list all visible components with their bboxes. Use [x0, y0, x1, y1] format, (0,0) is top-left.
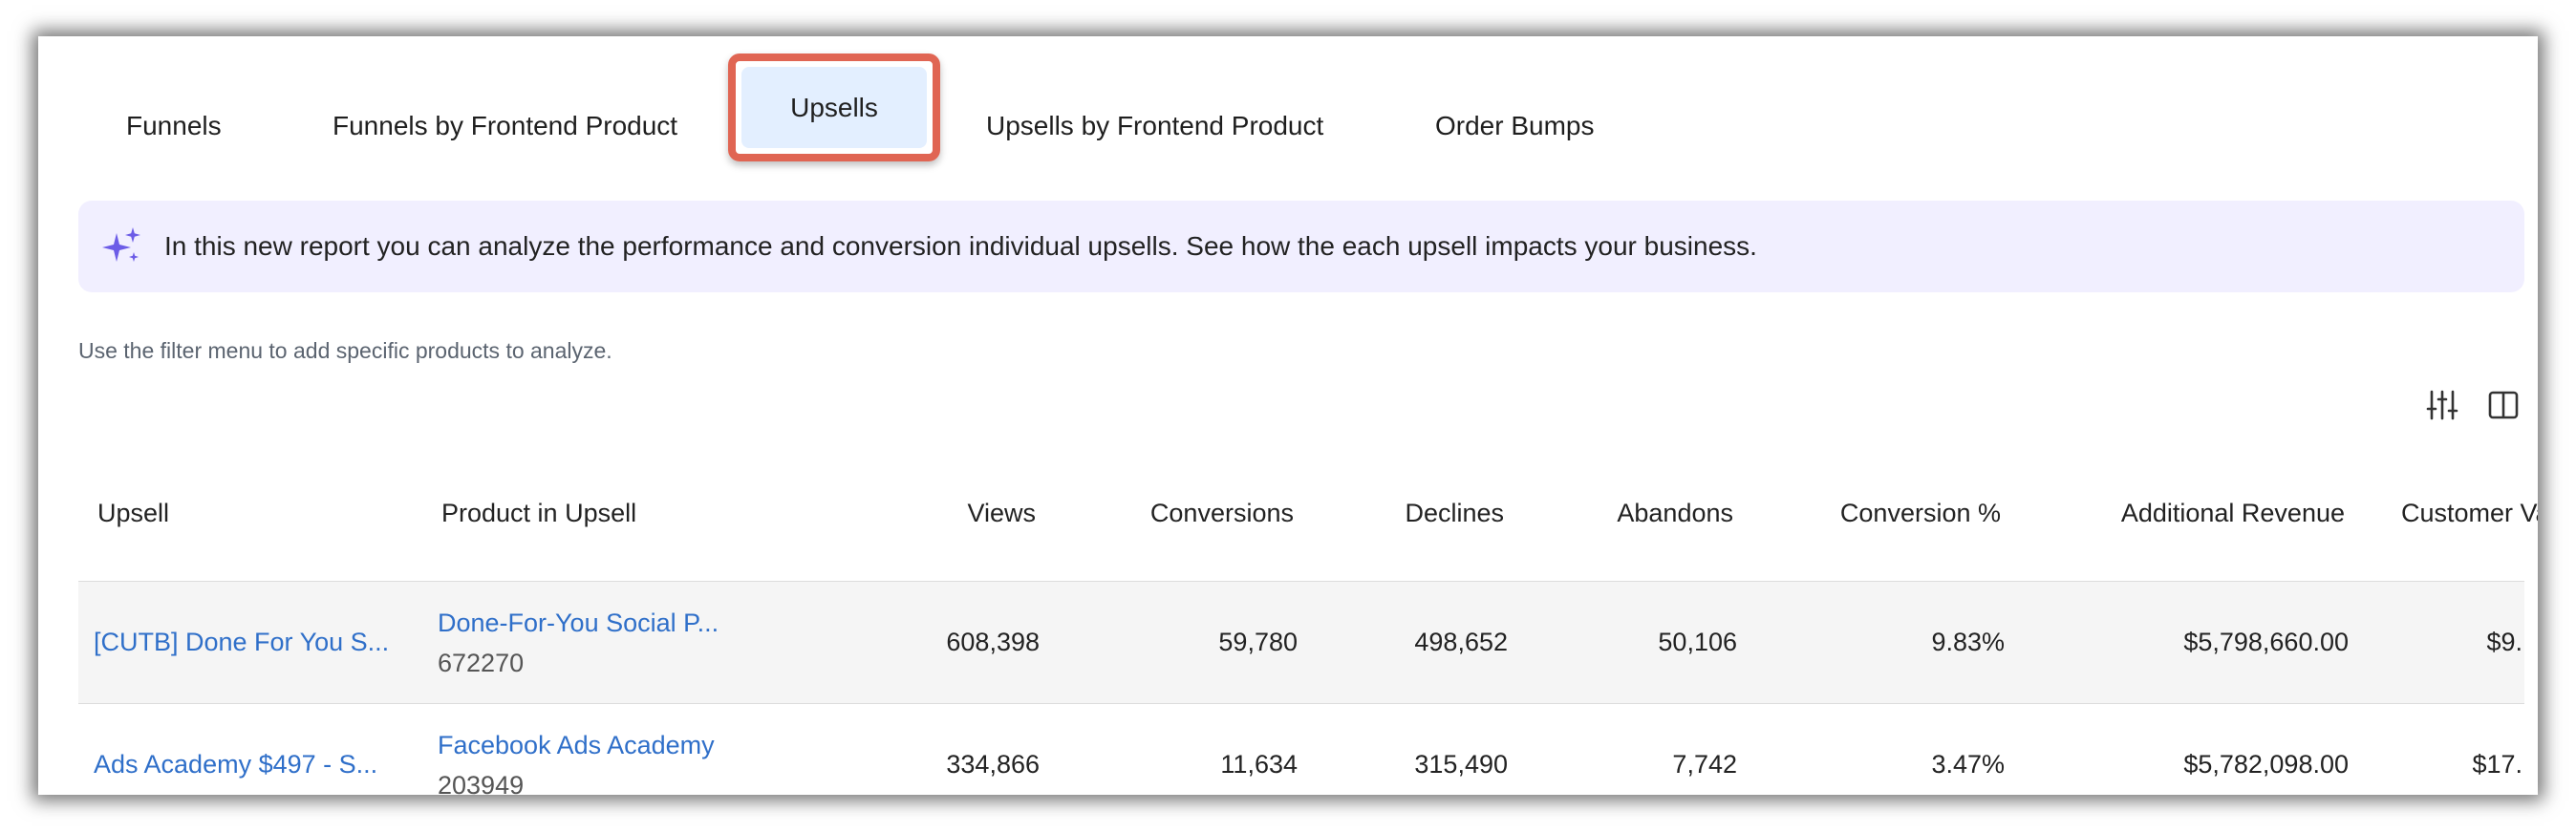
col-header-conversion-pct[interactable]: Conversion %: [1840, 499, 2001, 528]
col-header-views[interactable]: Views: [967, 499, 1036, 528]
active-tab-highlight: [728, 53, 940, 161]
tab-order-bumps[interactable]: Order Bumps: [1435, 111, 1595, 141]
customer-val-value: $9.: [2486, 628, 2522, 656]
col-header-declines[interactable]: Declines: [1405, 499, 1504, 528]
info-banner: In this new report you can analyze the p…: [78, 201, 2524, 292]
col-header-product[interactable]: Product in Upsell: [441, 499, 636, 528]
banner-text: In this new report you can analyze the p…: [164, 231, 1757, 261]
filter-hint-text: Use the filter menu to add specific prod…: [78, 338, 612, 363]
tab-upsells-by-frontend-product[interactable]: Upsells by Frontend Product: [986, 111, 1323, 141]
col-header-conversions[interactable]: Conversions: [1150, 499, 1294, 528]
column-layout-icon[interactable]: [2486, 388, 2521, 422]
abandons-value: 50,106: [1658, 628, 1737, 656]
filter-sliders-icon[interactable]: [2425, 388, 2459, 422]
col-header-abandons[interactable]: Abandons: [1617, 499, 1733, 528]
upsell-link[interactable]: Ads Academy $497 - S...: [94, 750, 377, 780]
table-row: [CUTB] Done For You S... Done-For-You So…: [78, 582, 2524, 704]
additional-revenue-value: $5,782,098.00: [2183, 750, 2349, 779]
product-link[interactable]: Facebook Ads Academy: [438, 731, 715, 760]
conversions-value: 11,634: [1220, 750, 1298, 779]
upsell-link[interactable]: [CUTB] Done For You S...: [94, 628, 389, 657]
report-panel: Funnels Funnels by Frontend Product Upse…: [38, 36, 2538, 795]
views-value: 608,398: [946, 628, 1040, 656]
additional-revenue-value: $5,798,660.00: [2183, 628, 2349, 656]
declines-value: 498,652: [1414, 628, 1508, 656]
tab-funnels-by-frontend-product[interactable]: Funnels by Frontend Product: [333, 111, 677, 141]
upsells-table: Upsell Product in Upsell Views Conversio…: [78, 443, 2538, 795]
col-header-customer-val[interactable]: Customer Val: [2401, 499, 2538, 528]
sparkle-icon: [102, 227, 140, 262]
table-header-row: Upsell Product in Upsell Views Conversio…: [78, 443, 2538, 582]
declines-value: 315,490: [1414, 750, 1508, 779]
col-header-upsell[interactable]: Upsell: [97, 499, 169, 528]
abandons-value: 7,742: [1672, 750, 1737, 779]
conversion-pct-value: 3.47%: [1931, 750, 2005, 779]
col-header-additional-revenue[interactable]: Additional Revenue: [2121, 499, 2345, 528]
conversions-value: 59,780: [1218, 628, 1298, 656]
customer-val-value: $17.: [2472, 750, 2522, 779]
product-id: 203949: [438, 771, 525, 795]
conversion-pct-value: 9.83%: [1931, 628, 2005, 656]
views-value: 334,866: [946, 750, 1040, 779]
table-row: Ads Academy $497 - S... Facebook Ads Aca…: [78, 704, 2524, 795]
tab-funnels[interactable]: Funnels: [126, 111, 222, 141]
report-tabs: Funnels Funnels by Frontend Product Upse…: [38, 36, 2538, 218]
product-id: 672270: [438, 649, 525, 677]
product-link[interactable]: Done-For-You Social P...: [438, 609, 719, 638]
